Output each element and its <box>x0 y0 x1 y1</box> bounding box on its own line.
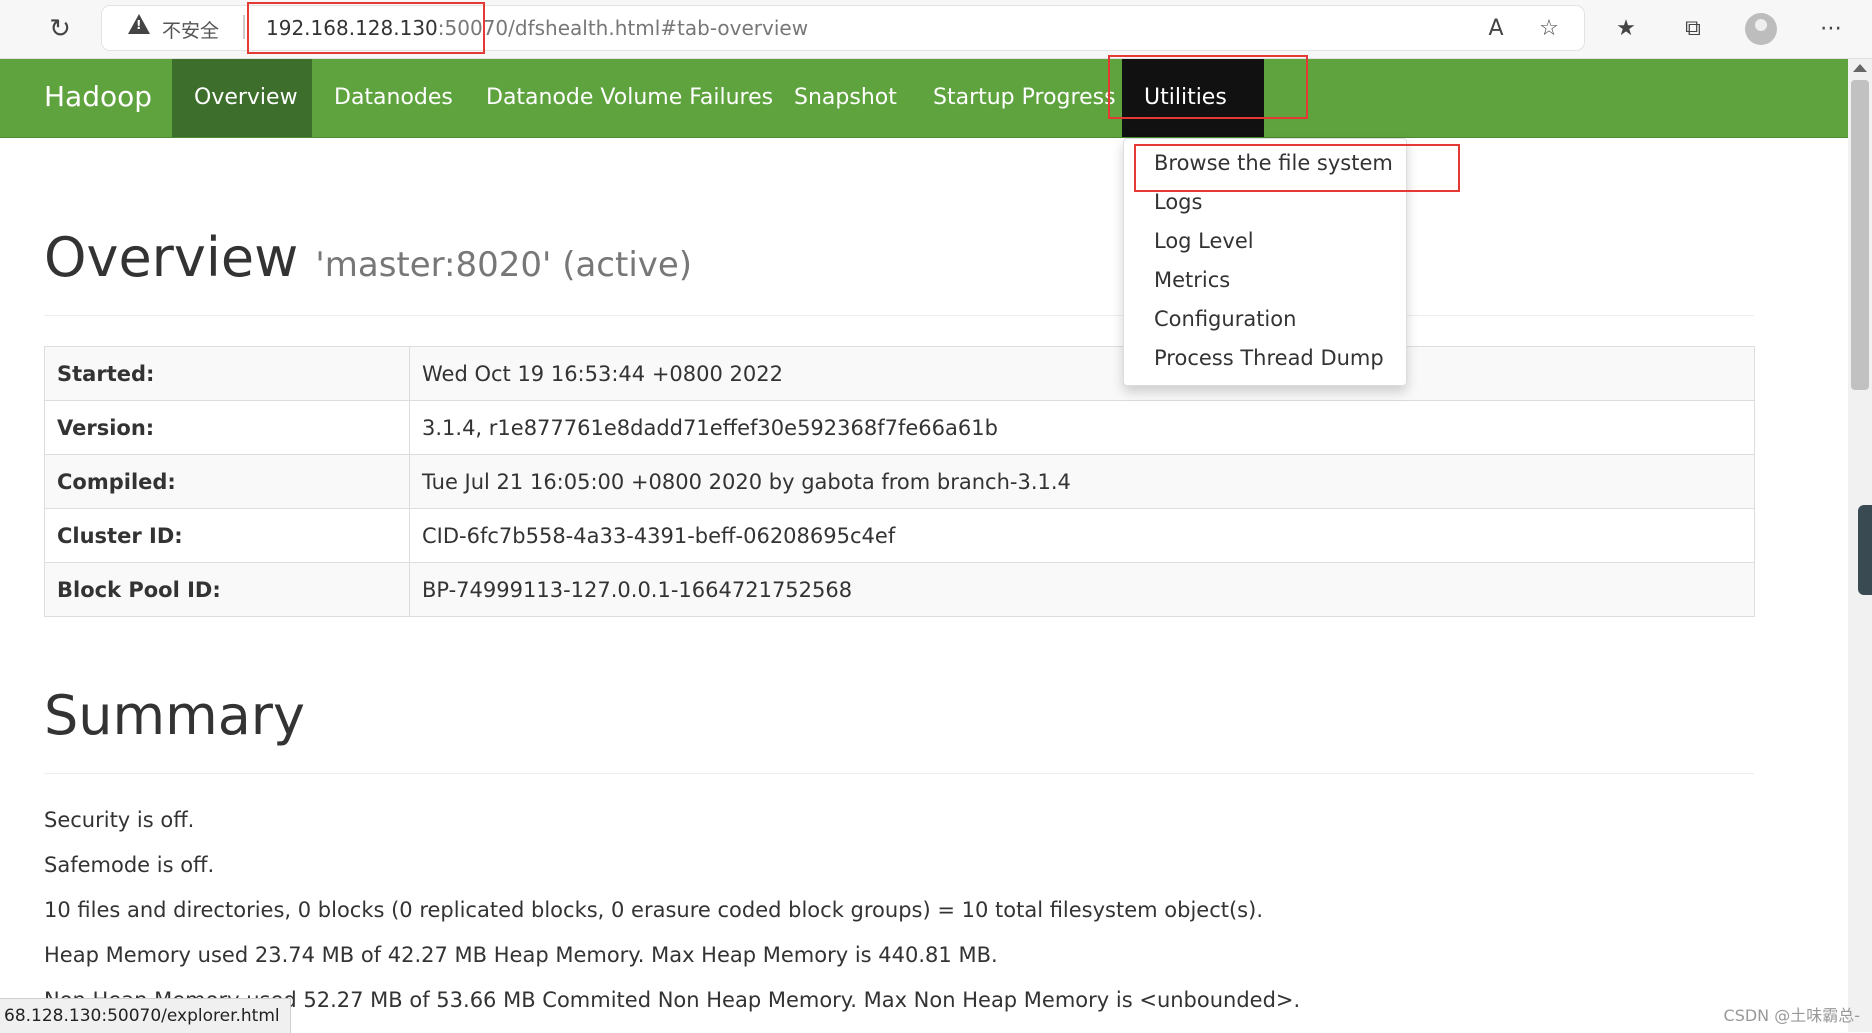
divider <box>44 773 1754 774</box>
summary-line: Security is off. <box>44 808 195 832</box>
menu-item-process-thread-dump[interactable]: Process Thread Dump <box>1154 346 1384 370</box>
table-row: Version: 3.1.4, r1e877761e8dadd71effef30… <box>44 400 1755 455</box>
watermark: CSDN @土味霸总- <box>1723 1006 1860 1025</box>
summary-line: Heap Memory used 23.74 MB of 42.27 MB He… <box>44 943 998 967</box>
overview-title: Overview <box>44 226 299 289</box>
url-path: /dfshealth.html#tab-overview <box>508 16 809 40</box>
row-key: Compiled: <box>44 454 410 509</box>
hadoop-navbar: Hadoop Overview Datanodes Datanode Volum… <box>0 59 1848 179</box>
url-highlight-box <box>247 2 485 54</box>
divider <box>44 315 1754 316</box>
link-status-bar: 68.128.130:50070/explorer.html <box>0 998 291 1033</box>
row-value: BP-74999113-127.0.0.1-1664721752568 <box>409 562 1755 617</box>
side-panel-widget[interactable] <box>1858 505 1872 595</box>
nav-datanodes[interactable]: Datanodes <box>312 59 475 137</box>
summary-line: 10 files and directories, 0 blocks (0 re… <box>44 898 1263 922</box>
row-value: Tue Jul 21 16:05:00 +0800 2020 by gabota… <box>409 454 1755 509</box>
row-value: 3.1.4, r1e877761e8dadd71effef30e592368f7… <box>409 400 1755 455</box>
favorites-icon[interactable]: ★ <box>1610 13 1642 45</box>
scroll-up-icon[interactable] <box>1853 64 1867 72</box>
profile-avatar[interactable] <box>1745 13 1777 45</box>
summary-line: Safemode is off. <box>44 853 215 877</box>
row-key: Block Pool ID: <box>44 562 410 617</box>
nav-overview[interactable]: Overview <box>172 59 312 137</box>
menu-item-metrics[interactable]: Metrics <box>1154 268 1230 292</box>
add-favorite-icon[interactable]: ☆ <box>1533 13 1565 45</box>
scrollbar-thumb[interactable] <box>1851 80 1869 390</box>
row-key: Started: <box>44 346 410 401</box>
menu-item-configuration[interactable]: Configuration <box>1154 307 1296 331</box>
overview-heading: Overview 'master:8020' (active) <box>44 226 692 289</box>
row-key: Cluster ID: <box>44 508 410 563</box>
read-aloud-icon[interactable]: A <box>1480 13 1512 45</box>
reload-icon[interactable]: ↻ <box>44 13 76 45</box>
collections-icon[interactable]: ⧉ <box>1677 13 1709 45</box>
menu-item-log-level[interactable]: Log Level <box>1154 229 1254 253</box>
table-row: Cluster ID: CID-6fc7b558-4a33-4391-beff-… <box>44 508 1755 563</box>
overview-table: Started: Wed Oct 19 16:53:44 +0800 2022 … <box>44 346 1755 617</box>
brand-logo[interactable]: Hadoop <box>44 80 152 113</box>
table-row: Block Pool ID: BP-74999113-127.0.0.1-166… <box>44 562 1755 617</box>
utilities-highlight-box <box>1108 55 1308 119</box>
nav-startup-progress[interactable]: Startup Progress <box>911 59 1138 137</box>
menu-item-logs[interactable]: Logs <box>1154 190 1202 214</box>
address-separator <box>243 15 245 39</box>
browse-highlight-box <box>1134 144 1460 192</box>
row-key: Version: <box>44 400 410 455</box>
security-label[interactable]: 不安全 <box>162 16 219 43</box>
nav-datanode-volume-failures[interactable]: Datanode Volume Failures <box>464 59 795 137</box>
row-value: CID-6fc7b558-4a33-4391-beff-06208695c4ef <box>409 508 1755 563</box>
overview-subtitle: 'master:8020' (active) <box>315 245 693 285</box>
warning-icon[interactable] <box>128 14 150 34</box>
row-value: Wed Oct 19 16:53:44 +0800 2022 <box>409 346 1755 401</box>
table-row: Compiled: Tue Jul 21 16:05:00 +0800 2020… <box>44 454 1755 509</box>
more-options-icon[interactable]: ⋯ <box>1815 13 1847 45</box>
nav-snapshot[interactable]: Snapshot <box>772 59 919 137</box>
summary-title: Summary <box>44 684 305 747</box>
table-row: Started: Wed Oct 19 16:53:44 +0800 2022 <box>44 346 1755 401</box>
